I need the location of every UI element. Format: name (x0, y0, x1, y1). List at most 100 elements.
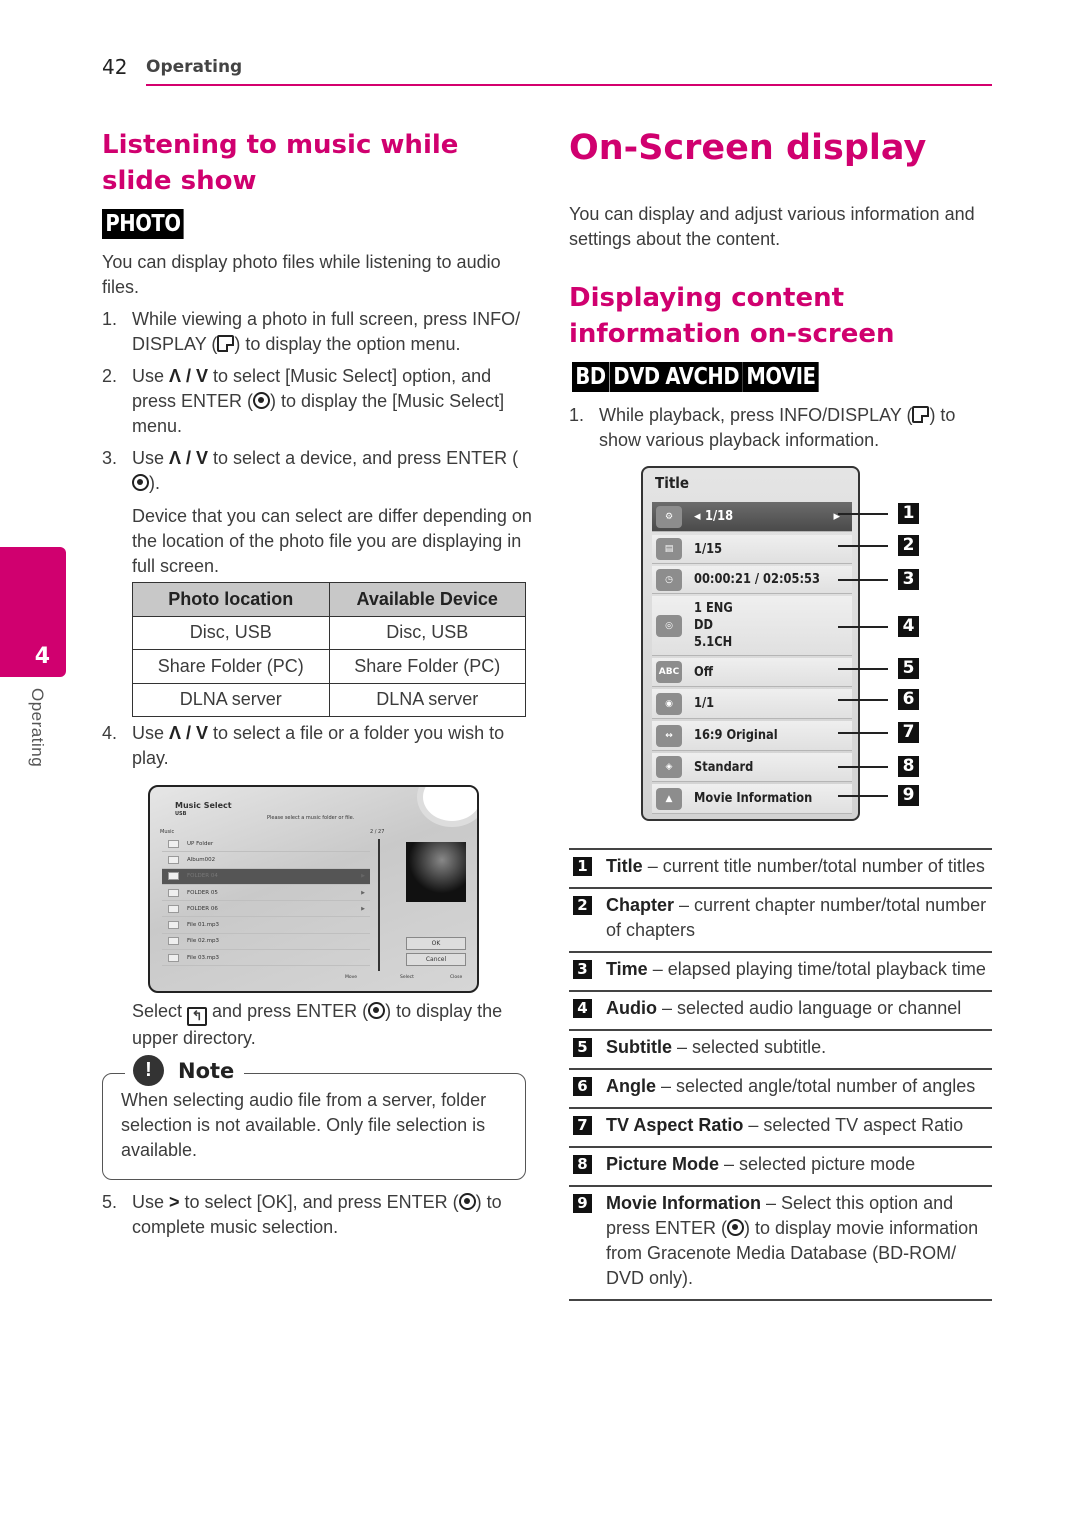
up-folder-icon (168, 839, 179, 848)
step-4: 4. Use Λ / V to select a file or a folde… (102, 721, 532, 771)
scrollbar[interactable] (378, 839, 380, 971)
music-select-screenshot: Music Select USB Please select a music f… (148, 785, 479, 993)
osd-value: 1/1 (694, 696, 715, 711)
callout-line (838, 545, 888, 547)
disc-badges: BD DVD AVCHD MOVIE (572, 362, 832, 392)
chapter-label: Operating (28, 688, 47, 768)
callout-line (838, 579, 888, 581)
text: and press ENTER ( (207, 1001, 369, 1021)
info-display-icon (217, 335, 235, 352)
osd-row[interactable]: ◎ 1 ENG DD 5.1CH (652, 596, 852, 656)
chevron-right-icon: ▶ (361, 905, 365, 912)
step-text: ). (149, 473, 160, 493)
ok-button[interactable]: OK (406, 937, 466, 950)
step-text: While playback, press INFO/DISPLAY ( (599, 405, 913, 425)
step-text: Use (132, 1192, 170, 1212)
music-folder-icon (168, 904, 179, 913)
osd-screenshot: Title ⚙ ◂ 1/18 ▸ ▤ 1/15 ◷ 00:00:21 / 02:05:53 ◎… (641, 466, 860, 821)
list-item[interactable]: Album002 (162, 852, 370, 869)
osd-value: 1/15 (694, 541, 723, 557)
osd-title: Title (655, 474, 690, 492)
ms-list-label: Music (160, 829, 175, 835)
osd-row[interactable]: ▲ Movie Information (652, 784, 852, 814)
step-1: 1. While viewing a photo in full screen,… (102, 307, 532, 357)
callout-number: 4 (898, 616, 919, 637)
footer-move: Move (345, 975, 358, 980)
callout-line (838, 766, 888, 768)
list-item[interactable]: File 02.mp3 (162, 934, 370, 951)
step-3-note: Device that you can select are differ de… (132, 506, 532, 576)
step-number: 1. (102, 309, 118, 329)
header-rule (146, 84, 992, 86)
heading-on-screen-display: On-Screen display (569, 128, 927, 168)
callout-number: 1 (898, 503, 919, 524)
item-label: File 02.mp3 (187, 938, 220, 945)
callout-line (838, 513, 888, 515)
list-item-selected[interactable]: FOLDER 04 ▶ (162, 868, 370, 885)
osd-row[interactable]: ◷ 00:00:21 / 02:05:53 (652, 566, 852, 594)
ms-file-list: UP Folder Album002 FOLDER 04 ▶ FOLDER 05 ▶… (162, 836, 370, 967)
legend-term: Chapter (606, 895, 675, 915)
osd-row[interactable]: ↔ 16:9 Original (652, 721, 852, 751)
music-file-icon (168, 921, 179, 930)
item-label: UP Folder (187, 840, 214, 847)
chapter-tab: 4 (0, 547, 66, 677)
column-header: Photo location (132, 582, 330, 617)
osd-row[interactable]: ▤ 1/15 (652, 535, 852, 564)
osd-row[interactable]: ◈ Standard (652, 753, 852, 782)
osd-row[interactable]: ⚙ ◂ 1/18 ▸ (652, 502, 852, 532)
item-label: FOLDER 04 (187, 873, 218, 880)
abc-subtitle-icon: ABC (656, 661, 682, 683)
osd-legend: 1 Title – current title number/total numb… (569, 848, 992, 1301)
music-file-icon (168, 953, 179, 962)
legend-term: Title (606, 856, 643, 876)
chevron-right-icon[interactable]: ▸ (833, 509, 840, 524)
film-reel-icon: ⚙ (656, 505, 682, 528)
osd-row[interactable]: ◉ 1/1 (652, 689, 852, 719)
item-label: Album002 (187, 856, 216, 863)
up-folder-icon: ↰ (187, 1007, 208, 1026)
table-row: DLNA server DLNA server (132, 682, 526, 717)
table-row: Share Folder (PC) Share Folder (PC) (132, 649, 526, 684)
callout-number: 8 (573, 1155, 592, 1174)
chapter-number: 4 (34, 644, 50, 669)
legend-item-title: 1 Title – current title number/total numb… (569, 848, 992, 887)
table-header-row: Photo location Available Device (132, 582, 526, 617)
osd-intro: You can display and adjust various infor… (569, 204, 975, 249)
music-folder-icon (168, 872, 179, 881)
osd-value: Movie Information (694, 791, 813, 806)
legend-desc: – selected TV aspect Ratio (743, 1115, 964, 1135)
table-cell: Disc, USB (328, 615, 526, 650)
legend-term: Angle (606, 1076, 657, 1096)
list-item[interactable]: File 03.mp3 (162, 950, 370, 967)
enter-button-icon (727, 1219, 745, 1236)
list-item[interactable]: File 01.mp3 (162, 917, 370, 934)
legend-term: Time (606, 959, 648, 979)
speaker-icon: ◎ (656, 614, 682, 637)
step-number: 2. (102, 366, 118, 386)
list-item[interactable]: FOLDER 06 ▶ (162, 901, 370, 918)
osd-row[interactable]: ABC Off (652, 658, 852, 687)
chevron-right-icon: ▶ (361, 873, 365, 880)
callout-number: 2 (573, 896, 592, 915)
table-row: Disc, USB Disc, USB (132, 615, 526, 650)
callout-number: 6 (573, 1077, 592, 1096)
callout-number: 4 (573, 999, 592, 1018)
chevron-left-icon[interactable]: ◂ (694, 509, 701, 524)
up-down-arrows-icon: Λ / V (169, 366, 209, 386)
legend-term: Subtitle (606, 1037, 672, 1057)
cancel-button[interactable]: Cancel (406, 953, 466, 966)
callout-number: 5 (573, 1038, 592, 1057)
heading-listening-music: Listening to music while slide show (102, 130, 459, 196)
list-item[interactable]: FOLDER 05 ▶ (162, 885, 370, 902)
enter-button-icon (368, 1002, 386, 1019)
callout-number: 9 (573, 1194, 592, 1213)
legend-desc: – elapsed playing time/total playback ti… (647, 959, 986, 979)
legend-item-chapter: 2 Chapter – current chapter number/total … (569, 887, 992, 951)
item-label: FOLDER 05 (187, 889, 218, 896)
osd-value: 00:00:21 / 02:05:53 (694, 572, 820, 587)
callout-number: 7 (898, 722, 919, 743)
ms-count: 2 / 27 (370, 829, 385, 835)
legend-desc: – current title number/total number of t… (642, 856, 985, 876)
list-item[interactable]: UP Folder (162, 836, 370, 853)
